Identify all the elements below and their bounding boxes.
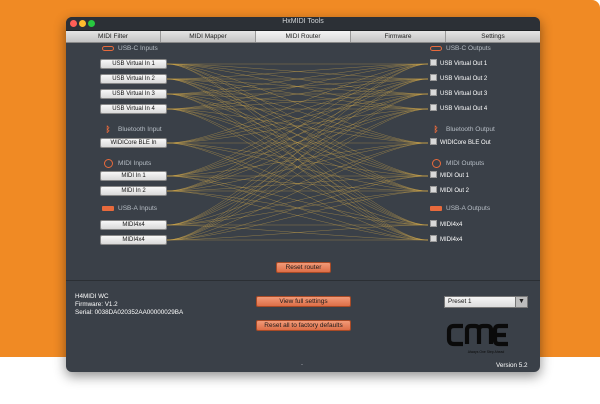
version-label: Version 5.2: [496, 362, 528, 369]
output-port-midi4x4-2[interactable]: MIDI4x4: [430, 234, 462, 245]
input-port-widicore-ble-in[interactable]: WIDICore BLE In: [100, 138, 167, 148]
bluetooth-icon: ᛒ: [433, 125, 439, 134]
output-port-midi4x4-1[interactable]: MIDI4x4: [430, 219, 462, 230]
output-checkbox[interactable]: [430, 58, 437, 66]
preset-select[interactable]: Preset 1 ▼: [444, 296, 528, 308]
firmware-version: Firmware: V1.2: [75, 301, 118, 308]
output-port-widicore-ble-out[interactable]: WIDICore BLE Out: [430, 137, 491, 148]
route-line: [166, 63, 429, 80]
serial-number: Serial: 0038DA020352AA00000029BA: [75, 309, 184, 316]
output-port-usb-virtual-out-3[interactable]: USB Virtual Out 3: [430, 88, 487, 99]
input-port-midi4x4-1[interactable]: MIDI4x4: [100, 220, 167, 230]
input-port-usb-virtual-in-2[interactable]: USB Virtual In 2: [100, 74, 167, 84]
output-checkbox[interactable]: [430, 185, 437, 193]
route-line: [166, 63, 429, 192]
view-full-settings-button[interactable]: View full settings: [256, 296, 351, 307]
route-line: [166, 108, 429, 144]
output-checkbox[interactable]: [430, 219, 437, 227]
device-name: H4MIDI WC: [75, 293, 109, 300]
output-checkbox[interactable]: [430, 137, 437, 145]
factory-reset-button[interactable]: Reset all to factory defaults: [256, 320, 351, 331]
route-line: [166, 63, 429, 144]
cme-logo-mark: [446, 323, 508, 347]
cme-logo: Always One Step Ahead: [446, 323, 508, 354]
input-port-midi-in-1[interactable]: MIDI In 1: [100, 171, 167, 181]
route-line: [166, 108, 429, 241]
output-port-usb-virtual-out-1[interactable]: USB Virtual Out 1: [430, 58, 487, 69]
bluetooth-icon: ᛒ: [105, 125, 111, 134]
output-checkbox[interactable]: [430, 103, 437, 111]
input-port-midi-in-2[interactable]: MIDI In 2: [100, 186, 167, 196]
route-line: [166, 142, 429, 241]
output-checkbox[interactable]: [430, 170, 437, 178]
route-line: [166, 63, 429, 226]
output-port-midi-out-2[interactable]: MIDI Out 2: [430, 185, 469, 196]
usb-c-icon: [429, 44, 443, 53]
cme-tagline: Always One Step Ahead: [468, 350, 505, 354]
output-port-usb-virtual-out-4[interactable]: USB Virtual Out 4: [430, 103, 487, 114]
output-port-usb-virtual-out-2[interactable]: USB Virtual Out 2: [430, 73, 487, 84]
route-line: [166, 93, 429, 192]
route-line: [166, 78, 429, 241]
status-indicator: -: [301, 362, 303, 368]
input-port-usb-virtual-in-4[interactable]: USB Virtual In 4: [100, 104, 167, 114]
input-port-usb-virtual-in-1[interactable]: USB Virtual In 1: [100, 59, 167, 69]
usb-a-icon: [429, 204, 443, 213]
app-window: HxMIDI Tools MIDI Filter MIDI Mapper MID…: [66, 17, 540, 372]
reset-router-button[interactable]: Reset router: [276, 262, 331, 273]
preset-select-value: Preset 1: [448, 298, 472, 305]
output-checkbox[interactable]: [430, 88, 437, 96]
output-checkbox[interactable]: [430, 73, 437, 81]
output-port-midi-out-1[interactable]: MIDI Out 1: [430, 170, 469, 181]
midi-din-icon: [101, 159, 115, 168]
route-line: [166, 175, 429, 241]
device-info: H4MIDI WC Firmware: V1.2 Serial: 0038DA0…: [75, 293, 183, 317]
route-line: [166, 78, 429, 192]
dropdown-arrow-icon[interactable]: ▼: [515, 297, 527, 307]
route-line: [166, 93, 429, 110]
usb-a-icon: [101, 204, 115, 213]
midi-din-icon: [429, 159, 443, 168]
route-line: [166, 224, 429, 241]
route-line: [166, 63, 429, 241]
route-line: [166, 175, 429, 192]
usb-c-icon: [101, 44, 115, 53]
panel-divider: [66, 280, 540, 281]
input-port-usb-virtual-in-3[interactable]: USB Virtual In 3: [100, 89, 167, 99]
input-port-midi4x4-2[interactable]: MIDI4x4: [100, 235, 167, 245]
output-checkbox[interactable]: [430, 234, 437, 242]
